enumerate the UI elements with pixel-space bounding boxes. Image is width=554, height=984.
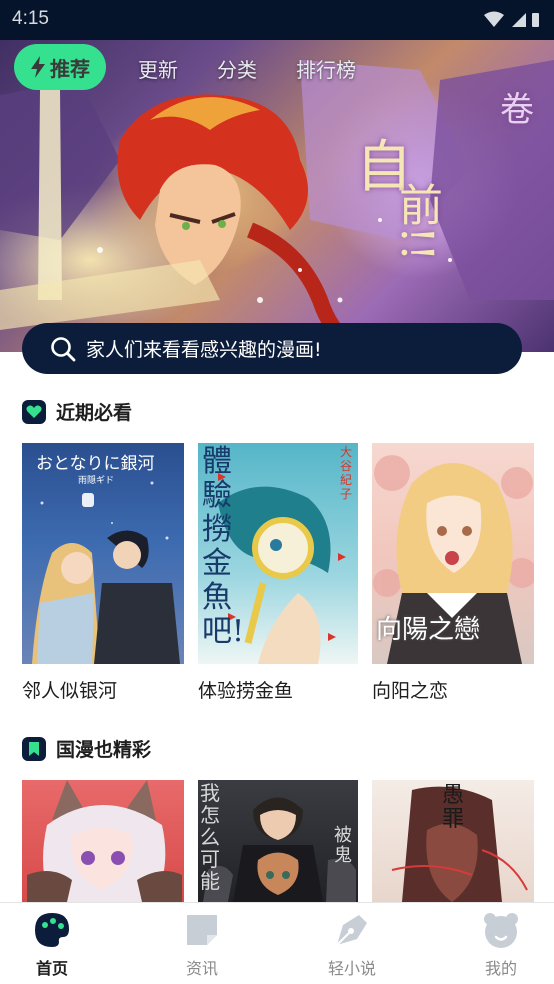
cover-title-text: 體驗撈金魚吧! xyxy=(202,444,245,649)
wifi-battery-icon xyxy=(484,11,539,27)
banner-art-text: 前!! xyxy=(391,182,442,262)
cover-author-text: 雨隠ギド xyxy=(78,476,115,486)
cover-title-text: 向陽之戀 xyxy=(376,615,481,645)
comic-cover: 我怎么可能 被鬼 xyxy=(198,780,358,902)
comic-cover: 體驗撈金魚吧! 大谷紀子 xyxy=(198,443,358,664)
lightning-icon xyxy=(31,56,45,78)
status-icons xyxy=(482,10,542,34)
tab-home-label: 首页 xyxy=(35,959,68,978)
search-placeholder: 家人们来看看感兴趣的漫画! xyxy=(86,339,322,361)
cover-title-text: おとなりに銀河 xyxy=(36,454,155,474)
top-nav: 推荐 更新 分类 排行榜 xyxy=(0,42,554,94)
tab-recommend-label: 推荐 xyxy=(50,56,90,81)
comic-cover xyxy=(22,780,184,902)
section-title-label: 近期必看 xyxy=(56,402,133,424)
tab-mine-label: 我的 xyxy=(484,959,517,978)
tab-updates[interactable]: 更新 xyxy=(138,54,178,83)
note-icon xyxy=(187,915,217,945)
home-palette-icon xyxy=(35,913,69,947)
bookmark-icon xyxy=(22,736,46,761)
bear-face-icon xyxy=(484,913,518,948)
bottom-tab-bar: 首页 资讯 轻小说 我的 xyxy=(0,902,554,984)
tab-news[interactable]: 资讯 xyxy=(157,911,247,979)
tab-recommend[interactable]: 推荐 xyxy=(14,44,106,90)
status-bar: 4:15 xyxy=(0,0,554,40)
heart-icon xyxy=(22,399,46,424)
tab-light-novel[interactable]: 轻小说 xyxy=(307,911,397,979)
cover-title-text: 愚罪 xyxy=(442,783,465,832)
section-title-label: 国漫也精彩 xyxy=(56,739,152,761)
comic-cover: おとなりに銀河 雨隠ギド xyxy=(22,443,184,664)
comic-title: 体验捞金鱼 xyxy=(198,680,294,702)
tab-home[interactable]: 首页 xyxy=(7,911,97,979)
pen-nib-icon xyxy=(336,915,367,946)
cover-title-text: 我怎么可能 xyxy=(200,781,220,893)
search-icon xyxy=(51,336,76,361)
cover-author-text: 大谷紀子 xyxy=(340,445,353,501)
cover-title-text-right: 被鬼 xyxy=(334,825,352,866)
section-domestic-title: 国漫也精彩 xyxy=(22,735,151,762)
comic-cover: 向陽之戀 xyxy=(372,443,534,664)
comic-title: 向阳之恋 xyxy=(372,680,449,702)
search-bar[interactable]: 家人们来看看感兴趣的漫画! xyxy=(22,323,522,374)
tab-news-label: 资讯 xyxy=(185,959,218,978)
section-recent-title: 近期必看 xyxy=(22,398,132,425)
tab-categories[interactable]: 分类 xyxy=(217,54,257,83)
tab-rankings[interactable]: 排行榜 xyxy=(296,54,356,83)
status-time: 4:15 xyxy=(12,8,49,29)
tab-light-novel-label: 轻小说 xyxy=(327,959,376,978)
tab-mine[interactable]: 我的 xyxy=(456,911,546,979)
comic-cover: 愚罪 xyxy=(372,780,534,902)
comic-title: 邻人似银河 xyxy=(22,680,118,702)
